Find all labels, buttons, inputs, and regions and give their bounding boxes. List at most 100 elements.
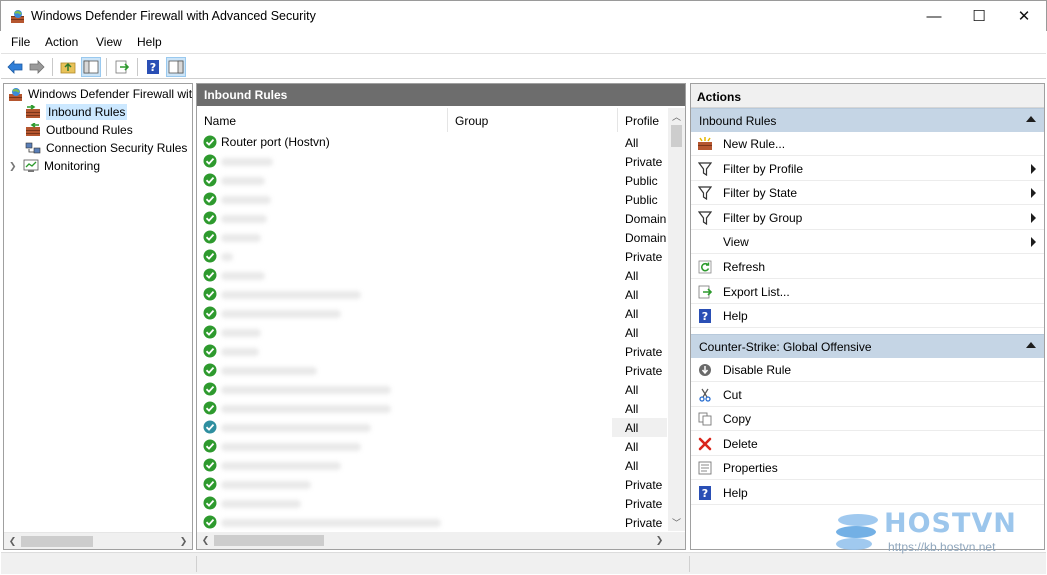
table-row[interactable]: Private (197, 247, 667, 266)
enabled-check-icon (203, 249, 217, 263)
scroll-up-icon[interactable]: ︿ (668, 108, 685, 125)
table-row[interactable]: All (197, 456, 667, 475)
action-help[interactable]: ? Help (691, 481, 1044, 505)
table-row[interactable]: All (197, 418, 667, 437)
redacted-name (221, 386, 391, 394)
menu-help[interactable]: Help (137, 35, 162, 49)
rule-profile-cell: Private (625, 516, 663, 530)
table-row[interactable]: Private (197, 475, 667, 494)
action-filter-by-profile[interactable]: Filter by Profile (691, 157, 1044, 181)
scroll-thumb[interactable] (214, 535, 324, 546)
action-refresh[interactable]: Refresh (691, 255, 1044, 279)
action-properties[interactable]: Properties (691, 456, 1044, 481)
tree-item-label: Outbound Rules (46, 123, 133, 137)
rule-profile-cell: All (625, 326, 639, 340)
collapse-caret-icon[interactable] (1026, 342, 1036, 348)
submenu-arrow-icon (1031, 188, 1036, 199)
inbound-rules-icon (25, 104, 41, 120)
export-list-icon[interactable] (112, 57, 132, 77)
table-row[interactable]: All (197, 399, 667, 418)
table-row[interactable]: Domain (197, 228, 667, 247)
show-hide-tree-icon[interactable] (81, 57, 101, 77)
table-row[interactable]: All (197, 304, 667, 323)
help-icon[interactable]: ? (143, 57, 163, 77)
scroll-down-icon[interactable]: ﹀ (668, 514, 685, 531)
scroll-left-icon[interactable]: ❮ (4, 533, 21, 549)
column-header-group[interactable]: Group (448, 108, 618, 132)
table-row[interactable]: Private (197, 513, 667, 531)
table-row[interactable]: All (197, 437, 667, 456)
table-row[interactable]: All (197, 380, 667, 399)
enabled-check-icon (203, 401, 217, 415)
table-row[interactable]: Private (197, 494, 667, 513)
scroll-left-icon[interactable]: ❮ (197, 532, 214, 549)
table-row[interactable]: All (197, 266, 667, 285)
action-group-selected-rule[interactable]: Counter-Strike: Global Offensive (691, 334, 1044, 358)
firewall-app-icon (11, 10, 24, 23)
table-row[interactable]: All (197, 285, 667, 304)
table-row[interactable]: Router port (Hostvn) All (197, 133, 667, 152)
action-filter-by-state[interactable]: Filter by State (691, 181, 1044, 206)
tree-root[interactable]: Windows Defender Firewall with Advanced … (7, 85, 193, 103)
collapse-caret-icon[interactable] (1026, 116, 1036, 122)
table-row[interactable]: Private (197, 361, 667, 380)
rules-vertical-scrollbar[interactable]: ︿ ﹀ (668, 108, 685, 531)
scroll-right-icon[interactable]: ❯ (651, 532, 668, 549)
redacted-name (221, 253, 233, 261)
up-folder-icon[interactable] (58, 57, 78, 77)
tree-item-label: Inbound Rules (46, 104, 128, 120)
enabled-check-icon (203, 515, 217, 529)
hostvn-watermark: HOSTVN https://kb.hostvn.net (836, 508, 1036, 556)
enabled-check-icon (203, 192, 217, 206)
tree-item-connection-security-rules[interactable]: Connection Security Rules (25, 139, 187, 157)
tree-root-label: Windows Defender Firewall with Advanced … (28, 87, 193, 101)
rule-profile-cell: All (625, 136, 639, 150)
table-row[interactable]: Public (197, 190, 667, 209)
action-label: Properties (723, 461, 778, 476)
enabled-check-icon (203, 154, 217, 168)
column-header-name[interactable]: Name (197, 108, 448, 132)
tree-item-outbound-rules[interactable]: Outbound Rules (25, 121, 133, 139)
table-row[interactable]: Private (197, 342, 667, 361)
scroll-thumb[interactable] (21, 536, 93, 547)
minimize-button[interactable]: — (911, 1, 957, 31)
close-button[interactable]: ✕ (1001, 1, 1047, 31)
scroll-thumb[interactable] (671, 125, 682, 147)
firewall-icon (7, 86, 23, 102)
action-copy[interactable]: Copy (691, 407, 1044, 432)
action-filter-by-group[interactable]: Filter by Group (691, 206, 1044, 230)
maximize-button[interactable]: ☐ (956, 1, 1002, 31)
tree-item-inbound-rules[interactable]: Inbound Rules (25, 103, 128, 121)
action-cut[interactable]: Cut (691, 383, 1044, 407)
back-icon[interactable] (5, 57, 25, 77)
action-disable-rule[interactable]: Disable Rule (691, 358, 1044, 382)
action-new-rule[interactable]: New Rule... (691, 132, 1044, 156)
enabled-check-icon (203, 268, 217, 282)
submenu-arrow-icon (1031, 212, 1036, 223)
table-row[interactable]: Public (197, 171, 667, 190)
action-group-title: Inbound Rules (699, 114, 777, 128)
action-view[interactable]: View (691, 230, 1044, 255)
menu-view[interactable]: View (96, 35, 122, 49)
rules-horizontal-scrollbar[interactable]: ❮ ❯ (197, 532, 685, 549)
menu-file[interactable]: File (11, 35, 30, 49)
action-export-list[interactable]: Export List... (691, 280, 1044, 304)
action-group-inbound-rules[interactable]: Inbound Rules (691, 108, 1044, 132)
help-icon: ? (697, 485, 713, 501)
show-hide-action-pane-icon[interactable] (166, 57, 186, 77)
column-header-profile[interactable]: Profile (618, 108, 668, 132)
svg-text:?: ? (702, 310, 708, 323)
action-help[interactable]: ? Help (691, 304, 1044, 329)
table-row[interactable]: Domain (197, 209, 667, 228)
action-delete[interactable]: Delete (691, 432, 1044, 456)
menu-action[interactable]: Action (45, 35, 78, 49)
scroll-right-icon[interactable]: ❯ (175, 533, 192, 549)
tree-item-monitoring[interactable]: ❯ Monitoring (9, 157, 100, 175)
forward-icon[interactable] (27, 57, 47, 77)
tree-horizontal-scrollbar[interactable]: ❮ ❯ (4, 532, 192, 549)
expand-chevron-icon[interactable]: ❯ (9, 161, 23, 172)
table-row[interactable]: Private (197, 152, 667, 171)
filter-icon (697, 161, 713, 177)
table-row[interactable]: All (197, 323, 667, 342)
enabled-check-icon (203, 211, 217, 225)
